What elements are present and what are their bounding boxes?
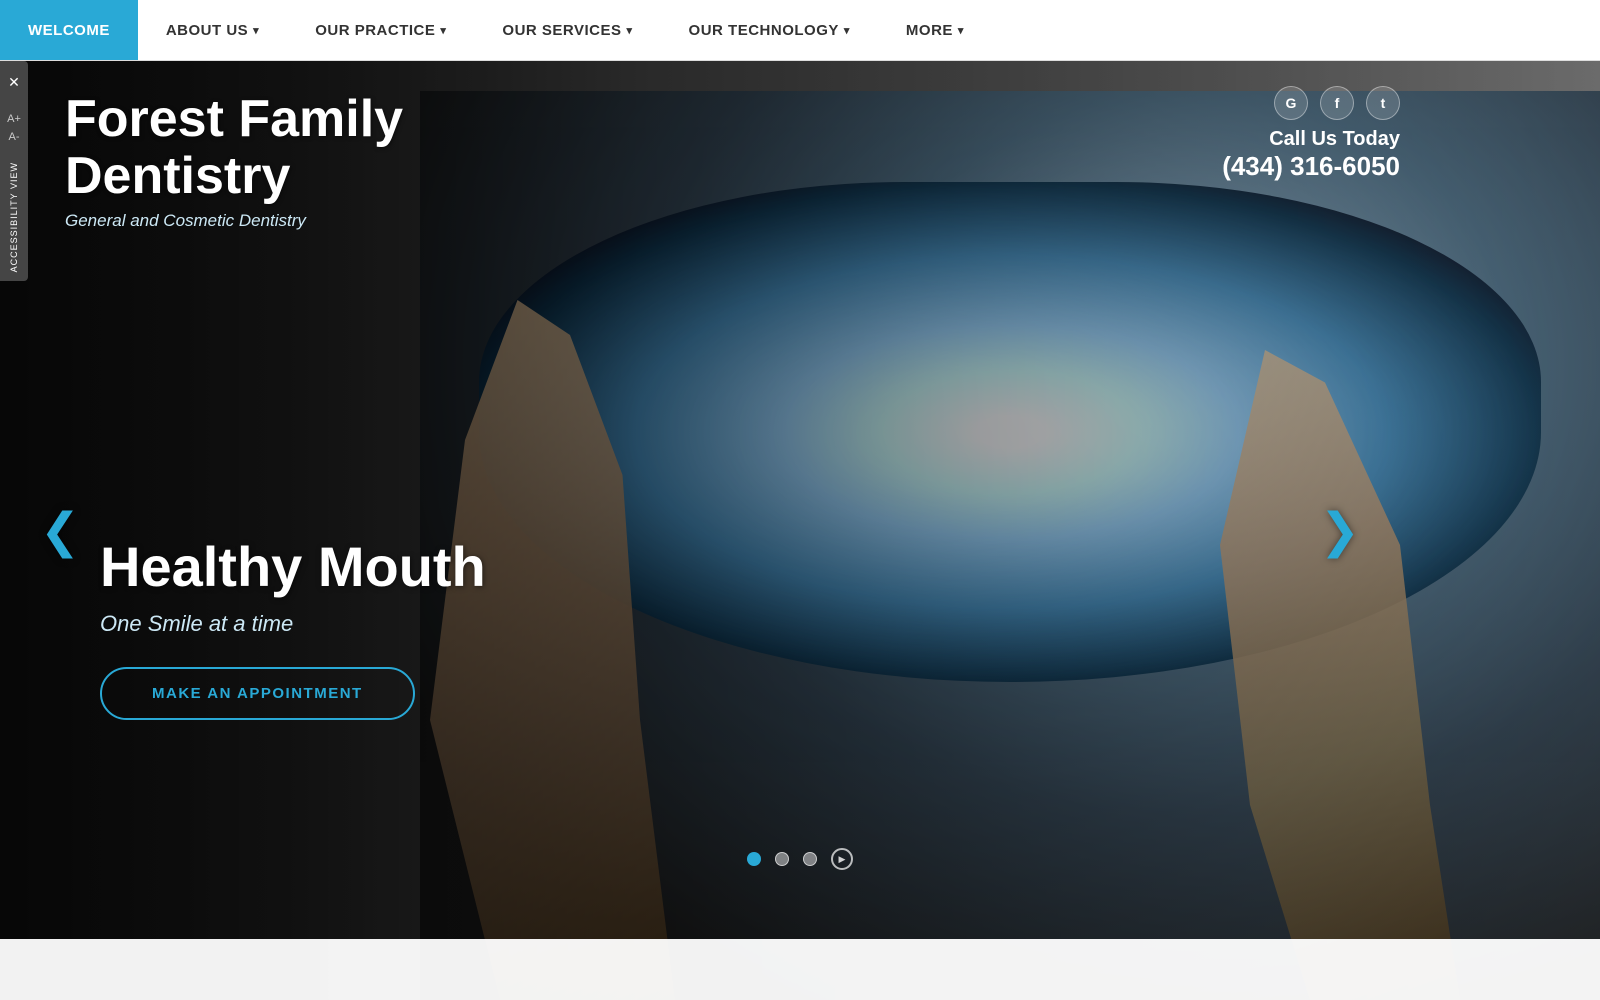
carousel-dot-1[interactable] [747, 852, 761, 866]
contact-social-area: G f t Call Us Today (434) 316-6050 [1222, 86, 1400, 182]
chevron-down-icon: ▾ [844, 24, 850, 37]
hero-text: Healthy Mouth One Smile at a time MAKE A… [100, 534, 486, 720]
hero-headline: Healthy Mouth [100, 534, 486, 599]
practice-info: Forest Family Dentistry General and Cosm… [65, 91, 403, 231]
nav-more[interactable]: MORE ▾ [878, 0, 992, 60]
main-navigation: WELCOME ABOUT US ▾ OUR PRACTICE ▾ OUR SE… [0, 0, 1600, 61]
practice-name: Forest Family Dentistry [65, 91, 403, 205]
practice-subtitle: General and Cosmetic Dentistry [65, 211, 403, 231]
carousel-dot-2[interactable] [775, 852, 789, 866]
carousel-next-button[interactable]: ❯ [1320, 503, 1360, 559]
hero-subheadline: One Smile at a time [100, 611, 486, 637]
carousel-dot-3[interactable] [803, 852, 817, 866]
nav-welcome[interactable]: WELCOME [0, 0, 138, 60]
chevron-down-icon: ▾ [440, 24, 446, 37]
accessibility-sidebar: ✕ A+ A- Accessibility View [0, 61, 28, 281]
call-label: Call Us Today [1269, 128, 1400, 151]
text-increase-icon[interactable]: A+ [7, 113, 21, 125]
text-decrease-icon[interactable]: A- [8, 131, 19, 143]
social-icons-group: G f t [1274, 86, 1400, 120]
chevron-down-icon: ▾ [627, 24, 633, 37]
bottom-bar [0, 939, 1600, 1000]
carousel-play-button[interactable]: ▶ [831, 848, 853, 870]
carousel-previous-button[interactable]: ❮ [40, 503, 80, 559]
close-accessibility-button[interactable]: ✕ [4, 70, 24, 95]
accessibility-label: Accessibility View [9, 162, 19, 272]
carousel-dots: ▶ [747, 848, 853, 870]
chevron-down-icon: ▾ [253, 24, 259, 37]
make-appointment-button[interactable]: MAKE AN APPOINTMENT [100, 667, 415, 720]
twitter-icon[interactable]: t [1366, 86, 1400, 120]
phone-number[interactable]: (434) 316-6050 [1222, 151, 1400, 182]
google-icon[interactable]: G [1274, 86, 1308, 120]
accessibility-icons: A+ A- [7, 113, 21, 143]
facebook-icon[interactable]: f [1320, 86, 1354, 120]
nav-our-technology[interactable]: OUR TECHNOLOGY ▾ [661, 0, 878, 60]
chevron-down-icon: ▾ [958, 24, 964, 37]
nav-our-services[interactable]: OUR SERVICES ▾ [474, 0, 660, 60]
nav-about-us[interactable]: ABOUT US ▾ [138, 0, 287, 60]
hero-section: ✕ A+ A- Accessibility View Forest Family… [0, 61, 1600, 1000]
nav-our-practice[interactable]: OUR PRACTICE ▾ [287, 0, 474, 60]
